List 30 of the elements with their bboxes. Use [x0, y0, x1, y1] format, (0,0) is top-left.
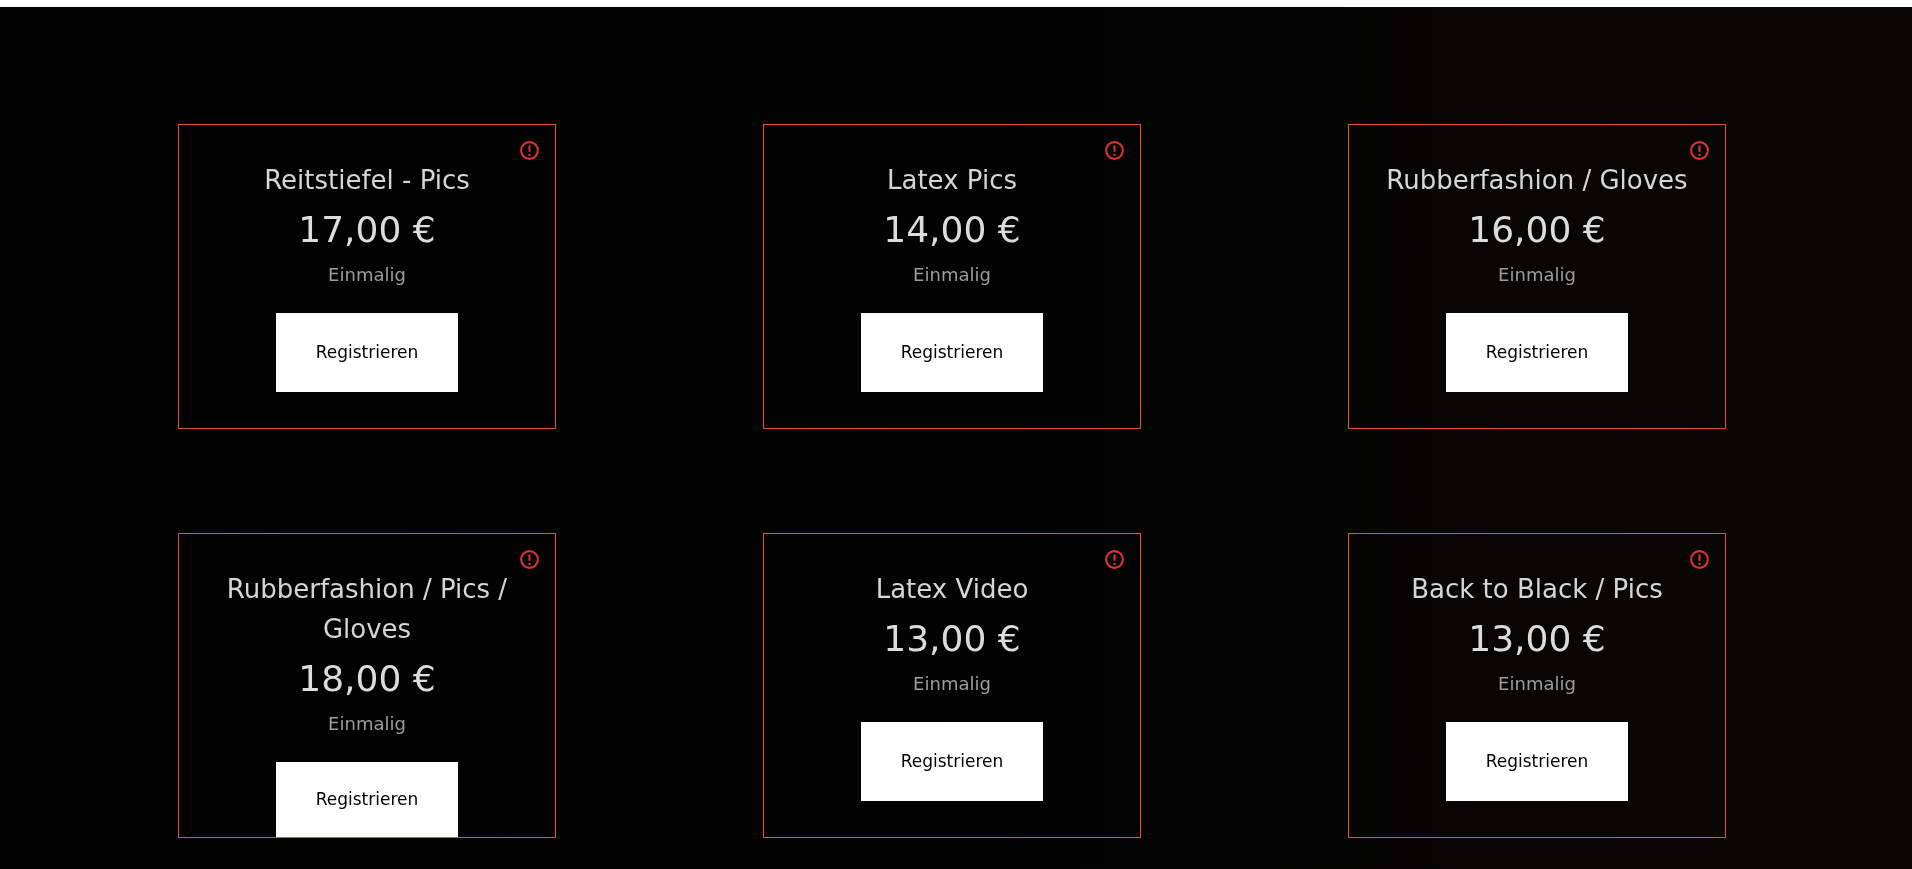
plan-title: Rubberfashion / Pics / Gloves: [225, 573, 509, 646]
register-button[interactable]: Registrieren: [276, 762, 458, 837]
price: 17,00 €: [298, 208, 436, 252]
price: 16,00 €: [1468, 208, 1606, 252]
billing-period: Einmalig: [1498, 672, 1576, 696]
alert-icon: [1690, 550, 1709, 569]
register-button[interactable]: Registrieren: [1446, 313, 1628, 392]
billing-period: Einmalig: [913, 672, 991, 696]
register-button[interactable]: Registrieren: [276, 313, 458, 392]
billing-period: Einmalig: [1498, 263, 1576, 287]
register-button[interactable]: Registrieren: [1446, 722, 1628, 801]
billing-period: Einmalig: [913, 263, 991, 287]
alert-icon: [1105, 141, 1124, 160]
alert-icon: [1105, 550, 1124, 569]
register-button[interactable]: Registrieren: [861, 722, 1043, 801]
plan-title: Latex Pics: [887, 164, 1017, 197]
alert-icon: [520, 550, 539, 569]
price: 18,00 €: [298, 657, 436, 701]
alert-icon: [1690, 141, 1709, 160]
plan-title: Latex Video: [875, 573, 1029, 606]
alert-icon: [520, 141, 539, 160]
plan-title: Rubberfashion / Gloves: [1386, 164, 1688, 197]
price: 13,00 €: [1468, 617, 1606, 661]
billing-period: Einmalig: [328, 263, 406, 287]
billing-period: Einmalig: [328, 712, 406, 736]
register-button[interactable]: Registrieren: [861, 313, 1043, 392]
plan-title: Back to Black / Pics: [1411, 573, 1663, 606]
price: 13,00 €: [883, 617, 1021, 661]
price: 14,00 €: [883, 208, 1021, 252]
plan-title: Reitstiefel - Pics: [264, 164, 470, 197]
